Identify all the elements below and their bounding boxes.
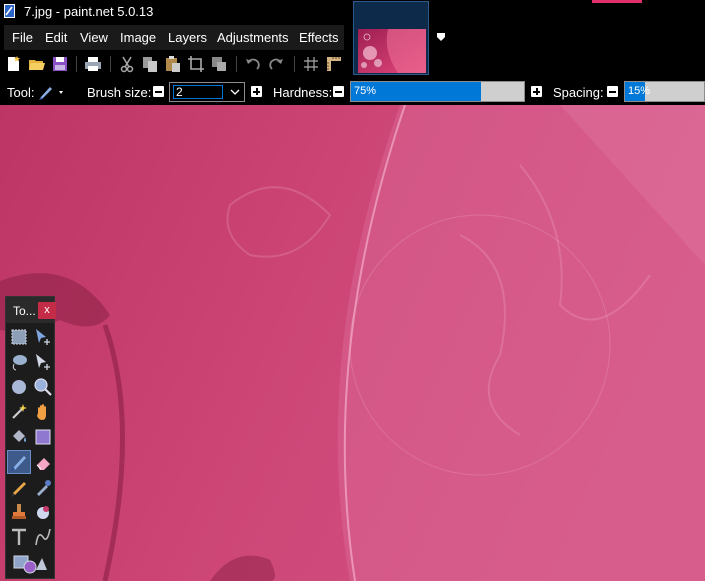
menu-adjustments[interactable]: Adjustments	[217, 30, 289, 45]
ellipse-select-icon[interactable]	[8, 376, 30, 398]
tools-window-close-button[interactable]: x	[38, 302, 56, 319]
gradient-icon[interactable]	[32, 426, 54, 448]
redo-icon[interactable]	[266, 54, 286, 74]
menu-view[interactable]: View	[80, 30, 108, 45]
clone-stamp-icon[interactable]	[8, 501, 30, 523]
cut-icon[interactable]	[117, 54, 137, 74]
print-icon[interactable]	[83, 54, 103, 74]
menu-file[interactable]: File	[12, 30, 33, 45]
main-toolbar	[0, 50, 352, 78]
brush-size-label: Brush size:	[87, 85, 152, 100]
hardness-value: 75%	[354, 85, 377, 97]
tab-overflow-icon[interactable]	[436, 32, 446, 42]
spacing-value: 15%	[628, 85, 651, 97]
hardness-decrease-button[interactable]	[333, 86, 344, 97]
rectangle-select-icon[interactable]	[8, 326, 30, 348]
deselect-icon[interactable]	[209, 54, 229, 74]
move-selection-outline-icon[interactable]	[32, 351, 54, 373]
window-accent-strip	[592, 0, 642, 3]
spacing-slider[interactable]: 15%	[624, 81, 705, 102]
menu-image[interactable]: Image	[120, 30, 156, 45]
zoom-icon[interactable]	[32, 376, 54, 398]
brush-size-combobox[interactable]: 2	[169, 82, 245, 102]
window-title: 7.jpg - paint.net 5.0.13	[24, 4, 154, 19]
menu-edit[interactable]: Edit	[45, 30, 67, 45]
ruler-icon[interactable]	[324, 54, 344, 74]
menu-layers[interactable]: Layers	[168, 30, 207, 45]
crop-icon[interactable]	[186, 54, 206, 74]
spacing-decrease-button[interactable]	[607, 86, 618, 97]
paintnet-app-icon	[4, 4, 15, 18]
brush-size-input[interactable]: 2	[173, 85, 223, 99]
toolbar-separator	[236, 56, 237, 72]
toolbar-separator	[294, 56, 295, 72]
copy-icon[interactable]	[140, 54, 160, 74]
toolbar-separator	[76, 56, 77, 72]
save-icon[interactable]	[50, 54, 70, 74]
text-icon[interactable]	[8, 526, 30, 548]
hardness-increase-button[interactable]	[531, 86, 542, 97]
tools-window-title: To...	[13, 304, 36, 318]
pan-icon[interactable]	[32, 401, 54, 423]
hardness-slider[interactable]: 75%	[350, 81, 525, 102]
line-curve-icon[interactable]	[32, 526, 54, 548]
lasso-select-icon[interactable]	[8, 351, 30, 373]
brush-size-decrease-button[interactable]	[153, 86, 164, 97]
paintbrush-icon[interactable]	[7, 450, 31, 474]
image-tab-thumbnail[interactable]	[353, 1, 429, 75]
color-picker-icon[interactable]	[32, 476, 54, 498]
menu-bar: File Edit View Image Layers Adjustments …	[4, 25, 344, 50]
spacing-label: Spacing:	[553, 85, 604, 100]
menu-effects[interactable]: Effects	[299, 30, 339, 45]
hardness-label: Hardness:	[273, 85, 333, 100]
brush-size-increase-button[interactable]	[251, 86, 262, 97]
tool-label: Tool:	[7, 85, 35, 100]
image-thumbnail	[358, 29, 426, 73]
undo-icon[interactable]	[243, 54, 263, 74]
recolor-icon[interactable]	[32, 501, 54, 523]
paste-icon[interactable]	[163, 54, 183, 74]
new-icon[interactable]	[4, 54, 24, 74]
chevron-down-icon[interactable]	[230, 86, 240, 98]
open-icon[interactable]	[27, 54, 47, 74]
tool-selector-button[interactable]	[37, 83, 69, 101]
toolbar-separator	[110, 56, 111, 72]
move-selection-icon[interactable]	[32, 326, 54, 348]
paint-bucket-icon[interactable]	[8, 426, 30, 448]
grid-icon[interactable]	[301, 54, 321, 74]
eraser-icon[interactable]	[32, 451, 54, 473]
pencil-icon[interactable]	[8, 476, 30, 498]
magic-wand-icon[interactable]	[8, 401, 30, 423]
image-canvas[interactable]	[0, 105, 705, 581]
tools-window: To... x	[5, 296, 56, 579]
shapes-icon[interactable]	[12, 552, 48, 574]
